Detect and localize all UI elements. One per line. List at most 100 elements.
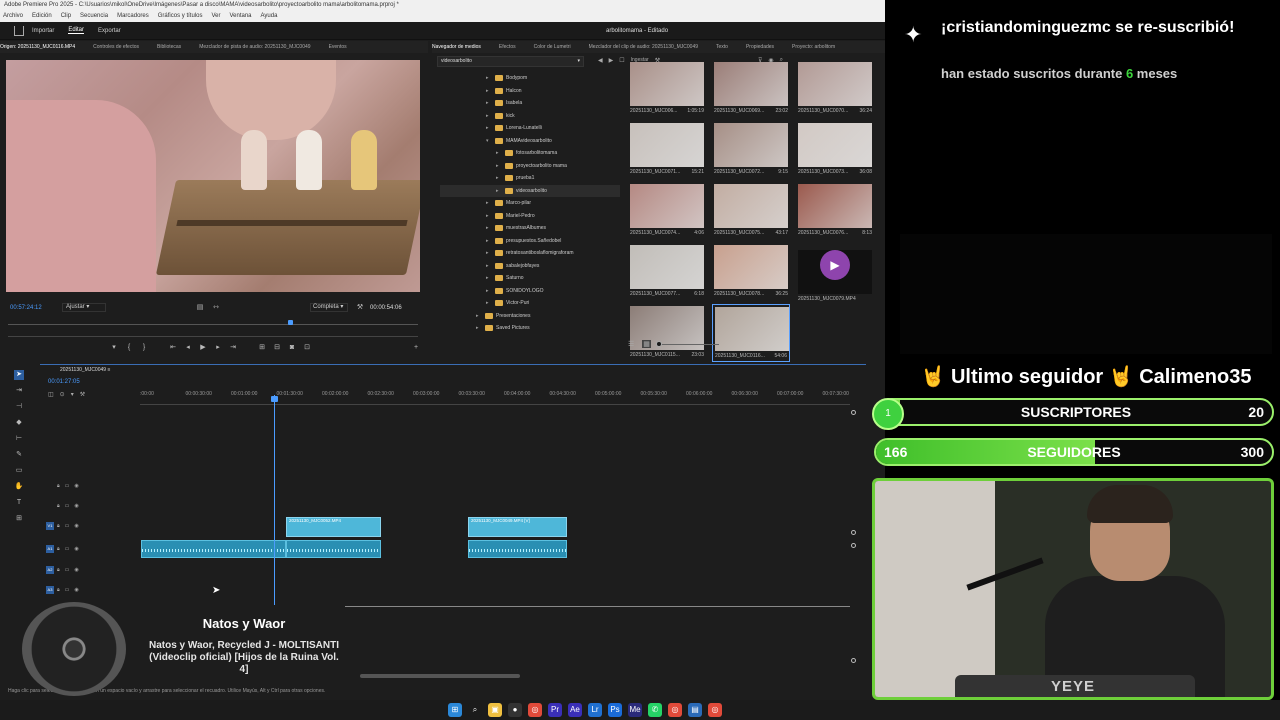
chevron-right-icon[interactable]: ▸ — [486, 263, 492, 269]
mark-in-icon[interactable]: { — [125, 344, 133, 352]
eye-icon[interactable]: ◉ — [74, 503, 78, 509]
folder-item[interactable]: ▸ Victor-Puri — [440, 297, 620, 310]
go-to-in-icon[interactable]: ⇤ — [169, 344, 177, 352]
tab-effects[interactable]: Efectos — [499, 44, 516, 50]
scroll-handle[interactable] — [851, 543, 856, 548]
source-scrubber[interactable] — [8, 324, 418, 325]
razor-icon[interactable]: ◆ — [14, 418, 24, 428]
mark-out-icon[interactable]: } — [140, 344, 148, 352]
eye-icon[interactable]: ◉ — [74, 483, 78, 489]
track-target[interactable]: A3 — [46, 586, 54, 594]
linked-icon[interactable]: ⊙ — [60, 391, 65, 398]
tab-edit[interactable]: Editar — [68, 27, 85, 34]
timeline-timecode[interactable]: 00:01:27:05 — [48, 379, 80, 385]
chevron-right-icon[interactable]: ▸ — [496, 163, 502, 169]
audio-clip[interactable] — [141, 540, 286, 558]
track-target[interactable]: V3 — [46, 482, 54, 490]
menu-item[interactable]: Edición — [32, 10, 52, 22]
home-icon[interactable] — [14, 25, 24, 36]
folder-item[interactable]: ▸ Halcon — [440, 85, 620, 98]
track-header[interactable]: V1 🔒︎ ▭ ◉ — [46, 522, 136, 532]
sync-icon[interactable]: ▭ — [65, 523, 70, 529]
chevron-right-icon[interactable]: ▸ — [486, 238, 492, 244]
premiere-icon[interactable]: Pr — [548, 703, 562, 717]
media-thumbnail[interactable]: 20251130_MJC0076... 8:13 — [796, 182, 874, 240]
chevron-right-icon[interactable]: ▸ — [486, 300, 492, 306]
folder-item[interactable]: ▸ Saved Pictures — [440, 322, 620, 334]
chevron-right-icon[interactable]: ▸ — [496, 175, 502, 181]
marker-add-icon[interactable]: ▾ — [71, 391, 74, 398]
media-thumbnail[interactable]: 20251130_MJC0077... 6:18 — [628, 243, 706, 301]
menu-item[interactable]: Gráficos y títulos — [158, 10, 203, 22]
chevron-right-icon[interactable]: ▸ — [486, 125, 492, 131]
chevron-right-icon[interactable]: ▸ — [486, 88, 492, 94]
chevron-right-icon[interactable]: ▸ — [486, 225, 492, 231]
track-header[interactable]: A1 🔒︎ ▭ ◉ — [46, 545, 136, 555]
folder-item[interactable]: ▸ prueba1 — [440, 172, 620, 185]
eye-icon[interactable]: ◉ — [74, 546, 78, 552]
insert-icon[interactable]: ⊞ — [258, 344, 266, 352]
eye-icon[interactable]: ◉ — [74, 567, 78, 573]
list-view-icon[interactable]: ☰ — [628, 340, 634, 348]
type-icon[interactable]: T — [14, 498, 24, 508]
chevron-down-icon[interactable]: ▾ — [486, 138, 492, 144]
chevron-right-icon[interactable]: ▸ — [486, 200, 492, 206]
chevron-right-icon[interactable]: ▸ — [486, 100, 492, 106]
tab-source[interactable]: Origen: 20251130_MJC0116.MP4 — [0, 44, 75, 50]
source-playhead[interactable] — [288, 320, 293, 325]
track-header[interactable]: V3🔒︎ ▭ ◉ — [46, 482, 136, 492]
slip-icon[interactable]: ⊢ — [14, 434, 24, 444]
zoom-slider[interactable] — [655, 340, 719, 347]
tab-audio-mixer[interactable]: Mezclador de pista de audio: 20251130_MJ… — [199, 44, 310, 50]
audio-clip[interactable] — [286, 540, 381, 558]
back-icon[interactable]: ◀ — [598, 57, 603, 64]
forward-icon[interactable]: ▶ — [609, 57, 614, 64]
horizontal-scrollbar[interactable] — [360, 674, 520, 678]
quality-dropdown[interactable]: Completa ▾ — [310, 303, 348, 312]
ripple-edit-icon[interactable]: ⊣ — [14, 402, 24, 412]
sync-icon[interactable]: ▭ — [65, 483, 70, 489]
zoom-handle[interactable] — [655, 340, 662, 347]
add-button-icon[interactable]: + — [412, 344, 420, 352]
folder-item[interactable]: ▸ Lorena-Lunatelli — [440, 122, 620, 135]
vertical-scrollbar[interactable] — [851, 410, 856, 665]
tab-properties[interactable]: Propiedades — [746, 44, 774, 50]
sync-icon[interactable]: ▭ — [65, 567, 70, 573]
mediaencoder-icon[interactable]: Me — [628, 703, 642, 717]
media-thumbnail[interactable]: 20251130_MJC0069... 23:02 — [712, 60, 790, 118]
chevron-right-icon[interactable]: ▸ — [476, 325, 482, 331]
photoshop-icon[interactable]: Ps — [608, 703, 622, 717]
sync-icon[interactable]: ▭ — [65, 587, 70, 593]
menu-item[interactable]: Archivo — [3, 10, 23, 22]
folder-item[interactable]: ▸ proyectoarbolito mama — [440, 160, 620, 173]
transport-icon[interactable]: ⇿ — [212, 304, 220, 312]
rectangle-icon[interactable]: ▭ — [14, 466, 24, 476]
media-thumbnail[interactable]: 20251130_MJC0073... 36:08 — [796, 121, 874, 179]
sync-icon[interactable]: ▭ — [65, 546, 70, 552]
folder-item[interactable]: ▸ kick — [440, 110, 620, 123]
play-icon[interactable]: ▶ — [820, 250, 850, 280]
step-back-icon[interactable]: ◂ — [184, 344, 192, 352]
tab-export[interactable]: Exportar — [98, 28, 121, 34]
video-clip[interactable]: 20251130_MJC0052.MP4 — [286, 517, 381, 537]
explorer-icon[interactable]: ▣ — [488, 703, 502, 717]
audio-clip[interactable] — [468, 540, 567, 558]
folder-item[interactable]: ▸ sabalejobfayes — [440, 260, 620, 273]
menu-item[interactable]: Clip — [61, 10, 71, 22]
track-target[interactable]: A2 — [46, 566, 54, 574]
chevron-right-icon[interactable]: ▸ — [486, 213, 492, 219]
video-clip[interactable]: 20251130_MJC0049.MP4 [V] — [468, 517, 567, 537]
folder-item[interactable]: ▸ fotosarbolitomama — [440, 147, 620, 160]
pen-icon[interactable]: ✎ — [14, 450, 24, 460]
chevron-right-icon[interactable]: ▸ — [486, 250, 492, 256]
folder-item[interactable]: ▾ MAMAvideosarbolito — [440, 135, 620, 148]
media-thumbnail[interactable]: 20251130_MJC0070... 36:24 — [796, 60, 874, 118]
scroll-handle[interactable] — [851, 410, 856, 415]
lock-icon[interactable]: 🔒︎ — [57, 587, 60, 593]
tab-events[interactable]: Eventos — [329, 44, 347, 50]
caption-icon[interactable]: ⊞ — [14, 514, 24, 524]
icon-view-icon[interactable]: ▦ — [642, 340, 651, 348]
settings-icon[interactable]: ▤ — [196, 304, 204, 312]
tab-import[interactable]: Importar — [32, 28, 54, 34]
timeline-settings-icon[interactable]: ⚒ — [80, 391, 85, 398]
